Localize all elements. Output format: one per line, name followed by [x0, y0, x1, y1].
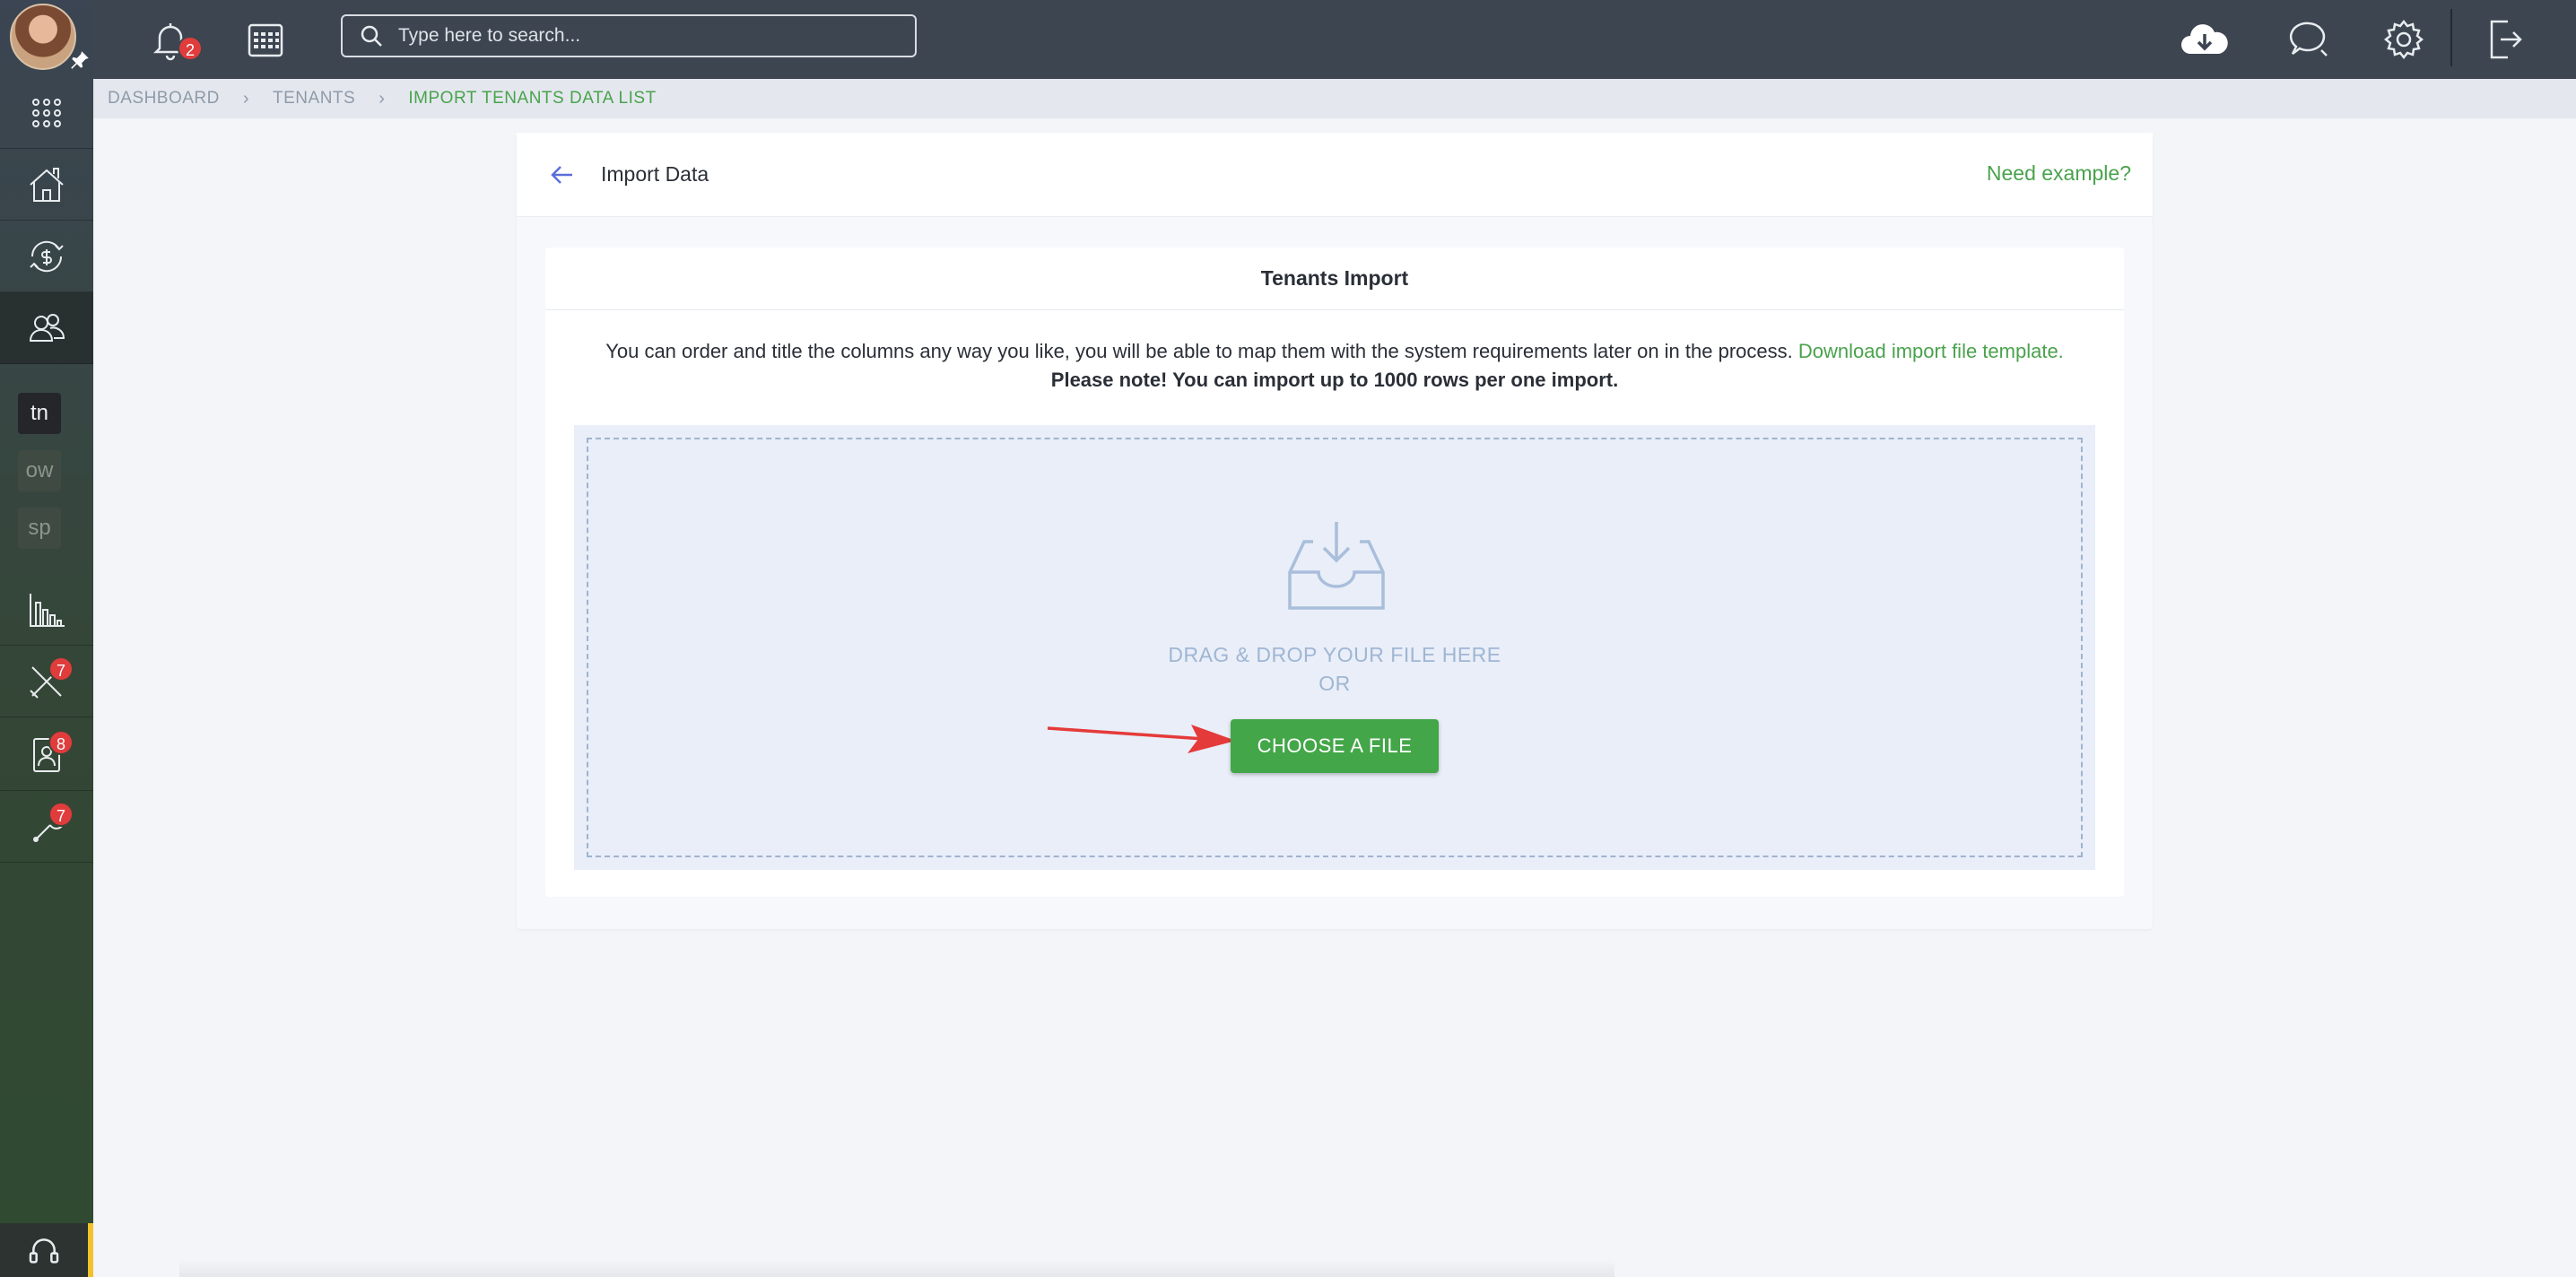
- search-box[interactable]: [341, 14, 917, 57]
- download-template-link[interactable]: Download import file template.: [1798, 340, 2064, 362]
- calendar-button[interactable]: [242, 16, 289, 63]
- or-label: OR: [1318, 672, 1351, 695]
- need-example-link[interactable]: Need example?: [1987, 161, 2131, 186]
- download-button[interactable]: [2176, 16, 2233, 63]
- chip-ow[interactable]: ow: [18, 450, 61, 491]
- chevron-right-icon: ›: [242, 88, 250, 109]
- card-header: Import Data Need example?: [517, 133, 2153, 217]
- chevron-right-icon: ›: [379, 88, 386, 109]
- apps-grid-icon: [32, 98, 61, 127]
- footer: [179, 1259, 1614, 1277]
- inbox-tray-icon: [1288, 522, 1385, 610]
- maintenance-badge: 7: [48, 656, 74, 682]
- search-input[interactable]: [398, 25, 901, 47]
- money-cycle-icon: [30, 240, 64, 272]
- chat-bubble-icon: [2289, 22, 2328, 56]
- bar-chart-icon: [30, 593, 65, 627]
- chip-tn[interactable]: tn: [18, 393, 61, 434]
- import-limit-note: Please note! You can import up to 1000 r…: [1050, 369, 1619, 391]
- sidebar-item-apps[interactable]: [0, 77, 93, 149]
- sidebar-item-tenants[interactable]: [0, 292, 93, 364]
- cloud-download-icon: [2181, 24, 2228, 54]
- drag-drop-label: DRAG & DROP YOUR FILE HERE: [1168, 643, 1501, 666]
- annotation-arrow-icon: [1047, 725, 1236, 753]
- page-title: Import Data: [601, 162, 709, 186]
- choose-file-button[interactable]: CHOOSE A FILE: [1231, 719, 1439, 773]
- notifications-button[interactable]: 2: [147, 16, 203, 63]
- breadcrumb-tenants[interactable]: TENANTS: [273, 89, 355, 109]
- breadcrumb-dashboard[interactable]: DASHBOARD: [108, 89, 220, 109]
- import-instructions: You can order and title the columns any …: [545, 337, 2124, 395]
- people-icon: [29, 313, 65, 342]
- notification-badge: 2: [178, 36, 203, 61]
- gear-icon: [2383, 19, 2424, 60]
- sidebar-item-accounting[interactable]: [0, 221, 93, 292]
- sidebar-item-maintenance[interactable]: 7: [0, 646, 93, 717]
- chat-button[interactable]: [2285, 16, 2332, 63]
- sidebar-item-tools[interactable]: 7: [0, 791, 93, 863]
- back-arrow-icon[interactable]: [547, 160, 578, 190]
- search-icon: [361, 25, 382, 47]
- headset-icon: [29, 1238, 59, 1264]
- topbar-divider: [2450, 9, 2452, 66]
- import-card: Import Data Need example? Tenants Import…: [517, 133, 2153, 929]
- topbar: 2: [93, 0, 2576, 79]
- chip-sp[interactable]: sp: [18, 508, 61, 549]
- logout-icon: [2490, 20, 2522, 59]
- dropzone-area[interactable]: DRAG & DROP YOUR FILE HERE OR CHOOSE A F…: [574, 425, 2095, 870]
- settings-button[interactable]: [2380, 16, 2427, 63]
- contacts-badge: 8: [48, 730, 74, 755]
- tenants-import-panel: Tenants Import You can order and title t…: [545, 248, 2124, 897]
- pin-icon[interactable]: [68, 48, 91, 72]
- support-button[interactable]: [0, 1223, 93, 1277]
- user-avatar[interactable]: [10, 4, 76, 70]
- sidebar-item-properties[interactable]: [0, 149, 93, 221]
- sidebar-item-contacts[interactable]: 8: [0, 719, 93, 791]
- logout-button[interactable]: [2481, 16, 2528, 63]
- dropzone[interactable]: DRAG & DROP YOUR FILE HERE OR CHOOSE A F…: [587, 438, 2083, 857]
- tools-badge: 7: [48, 802, 74, 827]
- drag-drop-text: DRAG & DROP YOUR FILE HERE OR: [588, 640, 2081, 698]
- sidebar-item-reports[interactable]: [0, 574, 93, 646]
- house-icon: [30, 167, 64, 202]
- sidebar: tn ow sp 7 8 7: [0, 0, 93, 1277]
- info-text: You can order and title the columns any …: [605, 340, 1793, 362]
- breadcrumb: DASHBOARD › TENANTS › IMPORT TENANTS DAT…: [93, 79, 2576, 118]
- calendar-icon: [248, 23, 283, 57]
- breadcrumb-current: IMPORT TENANTS DATA LIST: [408, 89, 657, 108]
- panel-title: Tenants Import: [545, 248, 2124, 310]
